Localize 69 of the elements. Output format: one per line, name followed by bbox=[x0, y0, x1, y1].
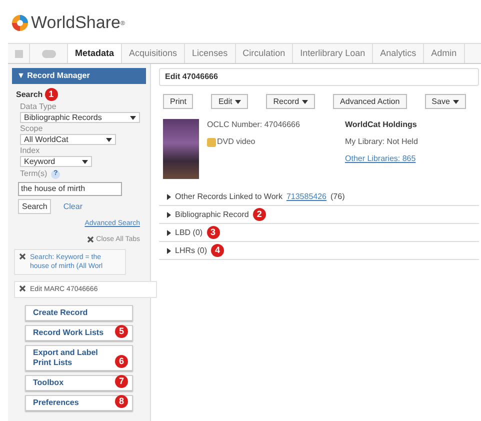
holdings-title: WorldCat Holdings bbox=[345, 119, 418, 131]
field-label: Scope bbox=[20, 123, 44, 134]
field-label: Index bbox=[20, 145, 41, 156]
logo-icon bbox=[12, 14, 28, 30]
caret-icon bbox=[452, 100, 459, 104]
section-label: Bibliographic Record bbox=[175, 208, 249, 220]
caret-icon bbox=[235, 100, 242, 104]
callout-number: 4 bbox=[211, 244, 224, 257]
caret-icon bbox=[82, 160, 88, 164]
close-icon bbox=[19, 253, 26, 260]
nav-tab[interactable]: Admin bbox=[424, 44, 465, 63]
callout-number: 2 bbox=[252, 208, 266, 221]
nav-tab[interactable]: Metadata bbox=[68, 44, 122, 63]
expand-arrow-icon bbox=[167, 230, 171, 236]
nav-tab[interactable]: Interlibrary Loan bbox=[293, 44, 374, 63]
format-text: DVD video bbox=[217, 136, 256, 148]
record-manager-header[interactable]: ▼ Record Manager bbox=[12, 68, 146, 84]
toolbar-button[interactable]: Save bbox=[424, 94, 466, 109]
search-terms-input[interactable]: the house of mirth bbox=[18, 182, 122, 196]
callout-number: 8 bbox=[115, 395, 128, 408]
dropdown[interactable]: Keyword bbox=[20, 156, 92, 167]
caret-icon bbox=[106, 138, 112, 142]
section-label: LHRs (0) bbox=[175, 244, 208, 256]
section-row[interactable]: LBD (0) 3 bbox=[159, 224, 479, 242]
expand-arrow-icon bbox=[167, 194, 171, 200]
close-icon bbox=[19, 285, 26, 292]
menu-button[interactable]: Toolbox 7 bbox=[25, 375, 133, 391]
nav-tab[interactable]: Circulation bbox=[236, 44, 294, 63]
toolbar-button[interactable]: Advanced Action bbox=[333, 94, 407, 109]
clear-link[interactable]: Clear bbox=[63, 200, 82, 212]
close-icon bbox=[87, 236, 94, 244]
toolbar-button[interactable]: Print bbox=[163, 94, 194, 109]
callout-number: 1 bbox=[44, 88, 58, 101]
menu-button[interactable]: Preferences 8 bbox=[25, 395, 133, 411]
menu-button[interactable]: Create Record bbox=[25, 305, 133, 321]
edit-title-bar: Edit 47046666 bbox=[159, 68, 479, 86]
search-button[interactable]: Search bbox=[18, 199, 52, 214]
callout-number: 3 bbox=[206, 226, 220, 239]
record-count: (76) bbox=[330, 190, 345, 202]
field-label: Term(s) bbox=[20, 168, 48, 180]
my-library-text: My Library: Not Held bbox=[345, 136, 418, 148]
toolbar-button[interactable]: Edit bbox=[211, 94, 248, 109]
section-label: Other Records Linked to Work bbox=[175, 190, 282, 202]
section-row[interactable]: Other Records Linked to Work 713585426 (76) bbox=[159, 188, 479, 206]
nav-tab[interactable]: Licenses bbox=[185, 44, 236, 63]
section-label: LBD (0) bbox=[175, 226, 203, 238]
oclc-number: OCLC Number: 47046666 bbox=[207, 119, 301, 131]
expand-arrow-icon bbox=[167, 212, 171, 218]
caret-icon bbox=[130, 116, 136, 120]
nav-tab[interactable]: Acquisitions bbox=[122, 44, 186, 63]
callout-number: 7 bbox=[115, 375, 128, 388]
field-label: Data Type bbox=[20, 101, 58, 112]
work-link[interactable]: 713585426 bbox=[286, 190, 326, 202]
menu-button[interactable]: Record Work Lists 5 bbox=[25, 325, 133, 341]
dropdown[interactable]: Bibliographic Records bbox=[20, 112, 140, 123]
nav-tab[interactable]: Analytics bbox=[373, 44, 424, 63]
caret-icon bbox=[302, 100, 308, 104]
dropdown[interactable]: All WorldCat bbox=[20, 134, 116, 145]
dvd-cover-placeholder bbox=[163, 119, 199, 179]
menu-button[interactable]: Export and Label Print Lists 6 bbox=[25, 345, 133, 371]
expand-arrow-icon bbox=[167, 248, 171, 254]
toolbar-button[interactable]: Record bbox=[266, 94, 316, 109]
callout-number: 6 bbox=[115, 355, 128, 368]
callout-number: 5 bbox=[115, 325, 128, 338]
section-row[interactable]: LHRs (0) 4 bbox=[159, 242, 479, 260]
logo-text: WorldShare$^{®}$ bbox=[31, 12, 125, 34]
other-libraries-link[interactable]: Other Libraries: 865 bbox=[345, 153, 418, 165]
section-row[interactable]: Bibliographic Record 2 bbox=[159, 206, 479, 224]
search-heading: Search bbox=[16, 88, 43, 100]
